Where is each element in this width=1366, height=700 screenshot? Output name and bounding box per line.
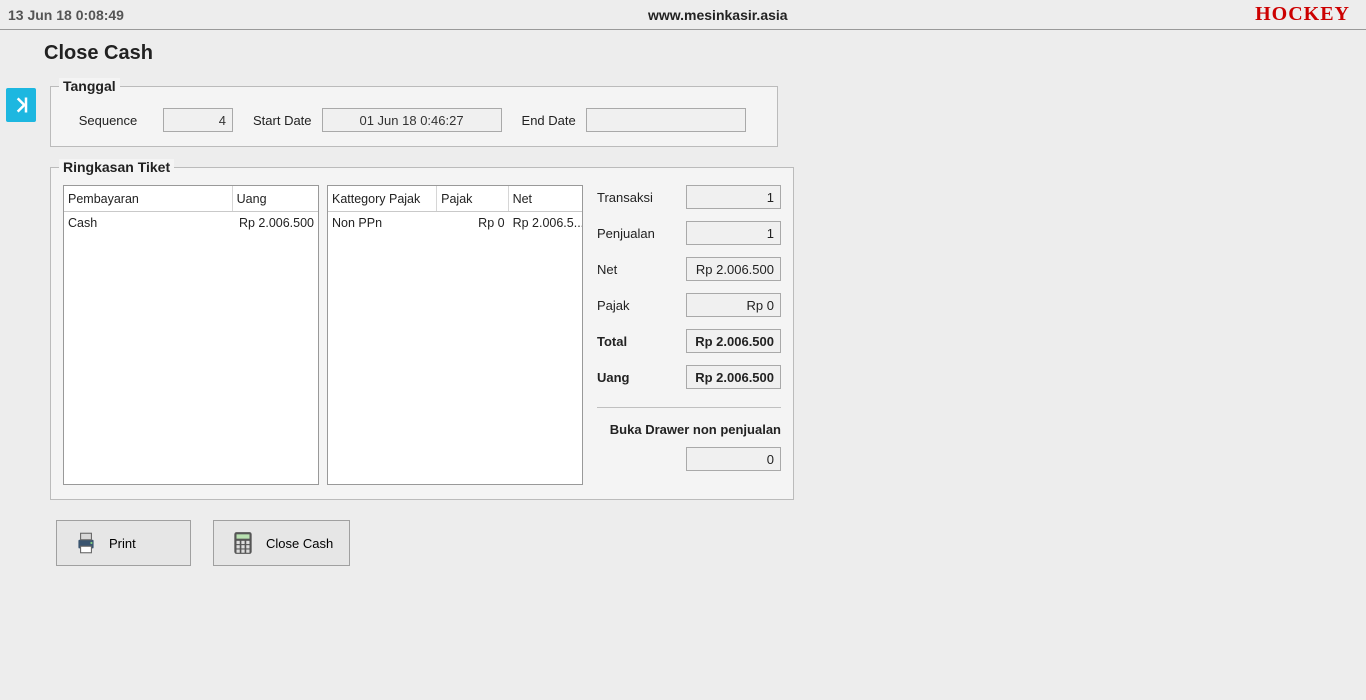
table-row[interactable]: Non PPn Rp 0 Rp 2.006.5... xyxy=(328,212,582,234)
drawer-value: 0 xyxy=(686,447,781,471)
tax-cell-category: Non PPn xyxy=(328,216,437,230)
end-date-label: End Date xyxy=(522,113,576,128)
top-bar: 13 Jun 18 0:08:49 www.mesinkasir.asia HO… xyxy=(0,0,1366,30)
uang-label: Uang xyxy=(597,370,630,385)
print-button[interactable]: Print xyxy=(56,520,191,566)
total-value: Rp 2.006.500 xyxy=(686,329,781,353)
tax-cell-net: Rp 2.006.5... xyxy=(509,216,582,230)
tax-cell-pajak: Rp 0 xyxy=(437,216,508,230)
printer-icon xyxy=(73,530,99,556)
transaksi-label: Transaksi xyxy=(597,190,653,205)
total-label: Total xyxy=(597,334,627,349)
payment-header-uang[interactable]: Uang xyxy=(233,186,318,211)
payment-cell-amount: Rp 2.006.500 xyxy=(233,216,318,230)
tanggal-legend: Tanggal xyxy=(59,78,120,94)
close-cash-button-label: Close Cash xyxy=(266,536,333,551)
start-date-label: Start Date xyxy=(253,113,312,128)
table-row[interactable]: Cash Rp 2.006.500 xyxy=(64,212,318,234)
pajak-label: Pajak xyxy=(597,298,630,313)
tanggal-group: Tanggal Sequence 4 Start Date 01 Jun 18 … xyxy=(50,78,778,147)
tax-table: Kattegory Pajak Pajak Net Non PPn Rp 0 R… xyxy=(327,185,583,485)
expand-sidebar-button[interactable] xyxy=(6,88,36,122)
penjualan-label: Penjualan xyxy=(597,226,655,241)
close-cash-button[interactable]: Close Cash xyxy=(213,520,350,566)
tax-header-pajak[interactable]: Pajak xyxy=(437,186,508,211)
tax-header-category[interactable]: Kattegory Pajak xyxy=(328,186,437,211)
net-value: Rp 2.006.500 xyxy=(686,257,781,281)
pajak-value: Rp 0 xyxy=(686,293,781,317)
ringkasan-group: Ringkasan Tiket Pembayaran Uang Cash Rp … xyxy=(50,159,794,500)
start-date-value: 01 Jun 18 0:46:27 xyxy=(322,108,502,132)
net-label: Net xyxy=(597,262,617,277)
brand-logo: HOCKEY xyxy=(1255,3,1362,26)
sequence-label: Sequence xyxy=(63,113,153,128)
calculator-icon xyxy=(230,530,256,556)
end-date-value xyxy=(586,108,746,132)
tax-header-net[interactable]: Net xyxy=(509,186,582,211)
summary-column: Transaksi 1 Penjualan 1 Net Rp 2.006.500… xyxy=(591,185,781,471)
datetime-text: 13 Jun 18 0:08:49 xyxy=(8,7,648,23)
chevron-right-icon xyxy=(11,95,31,115)
drawer-label: Buka Drawer non penjualan xyxy=(597,422,781,437)
payment-cell-name: Cash xyxy=(64,216,233,230)
transaksi-value: 1 xyxy=(686,185,781,209)
uang-value: Rp 2.006.500 xyxy=(686,365,781,389)
sequence-value: 4 xyxy=(163,108,233,132)
ringkasan-legend: Ringkasan Tiket xyxy=(59,159,174,175)
payment-header-pembayaran[interactable]: Pembayaran xyxy=(64,186,233,211)
url-text: www.mesinkasir.asia xyxy=(648,7,1255,23)
payment-table: Pembayaran Uang Cash Rp 2.006.500 xyxy=(63,185,319,485)
page-title: Close Cash xyxy=(0,30,1366,75)
penjualan-value: 1 xyxy=(686,221,781,245)
separator xyxy=(597,407,781,408)
print-button-label: Print xyxy=(109,536,136,551)
